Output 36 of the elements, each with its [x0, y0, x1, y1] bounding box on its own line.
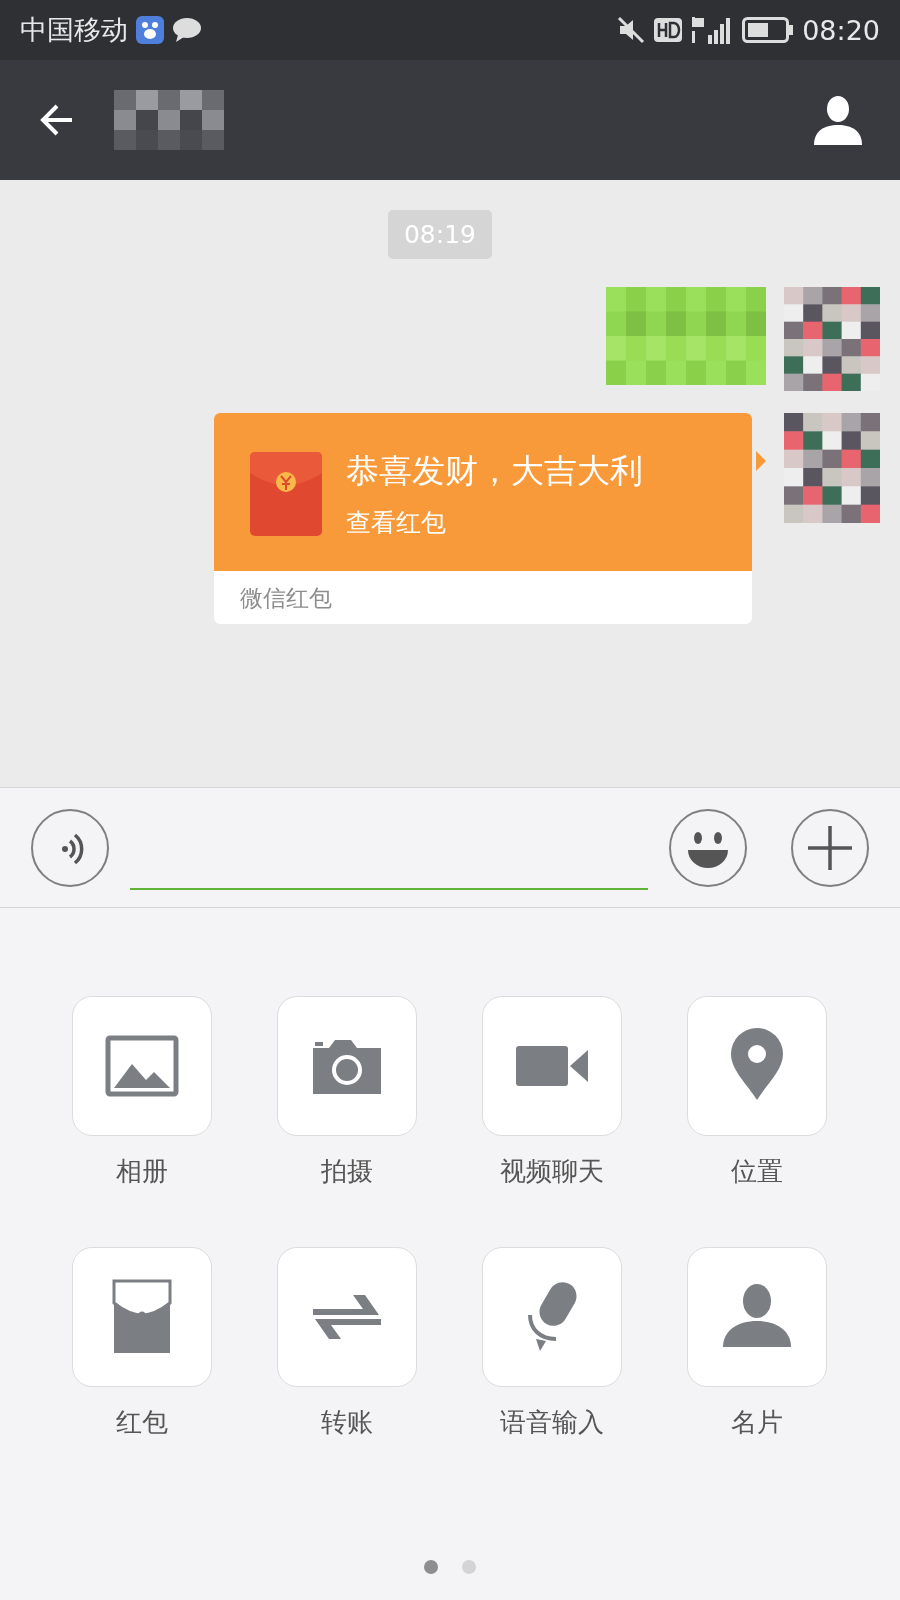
person-icon[interactable]: [812, 95, 864, 145]
action-tile[interactable]: [72, 1247, 212, 1387]
clock-time: 08:20: [802, 14, 880, 46]
gift-footer: 微信红包: [214, 571, 752, 624]
paw-app-icon: [136, 16, 164, 44]
chat-bubble-icon: [172, 17, 202, 43]
action-tile[interactable]: [687, 1247, 827, 1387]
page-dot[interactable]: [424, 1560, 438, 1574]
action-label: 位置: [731, 1155, 783, 1188]
emoji-icon[interactable]: [668, 807, 748, 888]
voice-icon[interactable]: [30, 807, 110, 888]
back-arrow-icon[interactable]: [40, 103, 74, 137]
gift-title: 恭喜发财，大吉大利: [346, 450, 643, 492]
page-dot[interactable]: [462, 1560, 476, 1574]
muted-speaker-icon: [616, 15, 647, 45]
action-tile[interactable]: [72, 996, 212, 1136]
action-label: 名片: [731, 1406, 783, 1439]
action-tile[interactable]: [482, 996, 622, 1136]
envelope-coin-icon: [250, 452, 322, 536]
gift-action: 查看红包: [346, 507, 447, 539]
action-label: 拍摄: [321, 1155, 373, 1188]
action-label: 红包: [116, 1406, 168, 1439]
battery-icon: [742, 17, 795, 43]
hd-icon: [654, 18, 683, 42]
action-tile[interactable]: [277, 1247, 417, 1387]
action-label: 相册: [116, 1155, 168, 1188]
action-label: 转账: [321, 1406, 373, 1439]
gift-envelope-card[interactable]: 恭喜发财，大吉大利 查看红包 微信红包: [214, 413, 752, 624]
action-tile[interactable]: [687, 996, 827, 1136]
action-tile[interactable]: [277, 996, 417, 1136]
action-label: 语音输入: [500, 1406, 604, 1439]
action-tile[interactable]: [482, 1247, 622, 1387]
carrier-name: 中国移动: [20, 13, 128, 47]
plus-icon[interactable]: [790, 807, 870, 888]
action-label: 视频聊天: [500, 1155, 604, 1188]
bubble-tail: [756, 451, 766, 471]
